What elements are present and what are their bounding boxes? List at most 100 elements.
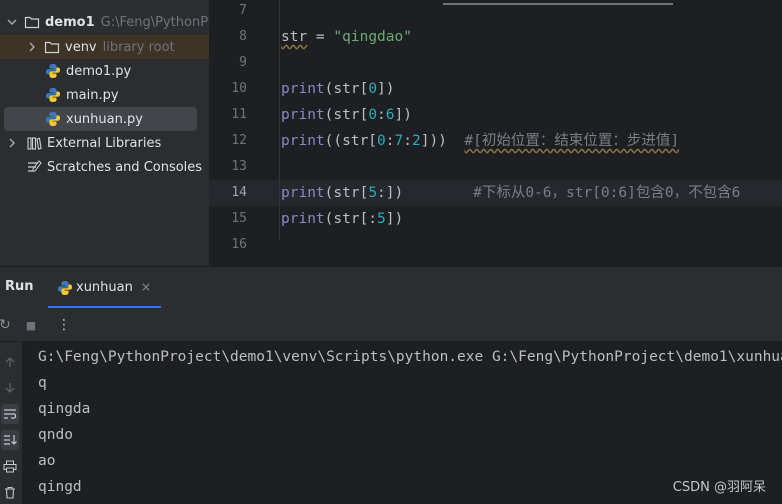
code-token: 5 [368, 185, 378, 201]
tree-item-external-libraries[interactable]: External Libraries [0, 131, 209, 155]
trash-icon[interactable] [1, 482, 19, 502]
tree-item-xunhuan-py[interactable]: xunhuan.py [4, 107, 197, 131]
run-tab-xunhuan[interactable]: xunhuan × [48, 267, 161, 309]
console-side-toolbar [0, 342, 22, 504]
line-number: 10 [231, 81, 247, 96]
python-file-icon [45, 87, 61, 103]
console-line: q [38, 375, 47, 391]
line-number: 8 [239, 29, 247, 44]
close-icon[interactable]: × [141, 280, 151, 294]
tree-item-label: xunhuan.py [66, 111, 143, 127]
code-token: print [281, 81, 325, 97]
code-token: ]) [385, 211, 404, 227]
code-line-15: print(str[:5]) [281, 206, 403, 232]
code-line-14: print(str[5:]) #下标从0-6，str[0:6]包含0，不包含6 [281, 180, 740, 206]
editor-tab-strip [443, 0, 782, 5]
line-number: 13 [231, 159, 247, 174]
soft-wrap-icon[interactable] [1, 404, 19, 424]
code-editor[interactable]: 7 8 9 10 11 12 13 14 15 16 str = "qingda… [209, 0, 782, 266]
folder-icon [44, 39, 60, 55]
run-title: Run [5, 279, 34, 294]
run-tab-label: xunhuan [76, 280, 133, 295]
code-token: ]) [377, 81, 395, 97]
code-token: 0 [368, 81, 378, 97]
code-token: print [281, 211, 325, 227]
stop-icon[interactable]: ■ [22, 316, 40, 334]
tree-item-label: main.py [66, 87, 119, 103]
tree-item-label: venv [65, 39, 97, 55]
scroll-up-icon[interactable] [1, 352, 19, 372]
python-file-icon [45, 111, 61, 127]
code-token: (str[ [324, 107, 369, 123]
run-tool-window-header: Run xunhuan × [0, 266, 782, 309]
python-file-icon [45, 63, 61, 79]
code-token: = [307, 29, 334, 45]
code-token: ]) [394, 107, 412, 123]
tree-item-venv[interactable]: venv library root [0, 35, 209, 59]
code-token: : [385, 133, 395, 149]
code-token: 0 [368, 107, 378, 123]
code-token: str [281, 29, 308, 45]
code-token: print [281, 133, 325, 149]
line-number: 15 [231, 211, 247, 226]
print-icon[interactable] [1, 456, 19, 476]
code-token: ])) [420, 133, 447, 149]
code-token: 0 [377, 133, 386, 149]
project-tree: demo1 G:\Feng\PythonProj venv library ro… [0, 0, 209, 266]
code-comment: #下标从0-6，str[0:6]包含0，不包含6 [473, 185, 741, 201]
console-line: G:\Feng\PythonProject\demo1\venv\Scripts… [38, 349, 782, 365]
scroll-to-end-icon[interactable] [1, 430, 19, 450]
console-output[interactable]: G:\Feng\PythonProject\demo1\venv\Scripts… [22, 342, 782, 504]
code-token: 6 [385, 107, 395, 123]
code-token: :]) [377, 185, 404, 201]
code-token: : [403, 133, 412, 149]
run-toolbar: ↻ ■ ⋮ [0, 308, 782, 342]
code-token: ((str[ [324, 133, 378, 149]
code-token: (str[: [324, 211, 378, 227]
code-comment: #[初始位置：结束位置：步进值] [464, 133, 680, 149]
scratches-icon [26, 159, 42, 175]
scroll-down-icon[interactable] [1, 378, 19, 398]
code-token: print [281, 185, 325, 201]
watermark: CSDN @羽阿呆 [672, 480, 766, 495]
line-number: 12 [231, 133, 247, 148]
code-token: (str[ [324, 185, 369, 201]
code-token: "qingdao" [333, 29, 412, 45]
line-number: 14 [231, 185, 247, 200]
line-number: 7 [239, 3, 247, 18]
line-number: 11 [231, 107, 247, 122]
code-token: (str[ [324, 81, 369, 97]
line-number: 9 [239, 55, 247, 70]
code-token: 2 [411, 133, 421, 149]
chevron-down-icon[interactable] [6, 16, 18, 28]
code-line-10: print(str[0]) [281, 76, 395, 102]
code-token: : [377, 107, 386, 123]
tree-item-label: demo1 [45, 14, 95, 30]
code-line-8: str = "qingdao" [281, 24, 412, 50]
tree-item-scratches[interactable]: Scratches and Consoles [0, 155, 209, 179]
chevron-right-icon[interactable] [6, 137, 18, 149]
rerun-icon[interactable]: ↻ [0, 316, 14, 334]
code-line-12: print((str[0:7:2])) #[初始位置：结束位置：步进值] [281, 128, 679, 154]
indent-guide [279, 0, 280, 240]
python-file-icon [57, 280, 73, 296]
tree-item-label: External Libraries [47, 135, 162, 151]
folder-icon [24, 14, 40, 30]
library-icon [26, 135, 42, 151]
tree-item-label: demo1.py [66, 63, 132, 79]
console-line: qingda [38, 401, 91, 417]
tree-item-demo1[interactable]: demo1 G:\Feng\PythonProj [0, 10, 209, 34]
console-line: ao [38, 453, 56, 469]
code-token: print [281, 107, 325, 123]
chevron-right-icon[interactable] [26, 41, 38, 53]
console-line: qndo [38, 427, 73, 443]
tree-item-hint: library root [102, 39, 175, 55]
more-options-icon[interactable]: ⋮ [55, 316, 73, 334]
code-token: 7 [394, 133, 404, 149]
code-token: 5 [377, 211, 386, 227]
tree-item-main-py[interactable]: main.py [0, 83, 209, 107]
tree-item-path: G:\Feng\PythonProj [100, 14, 209, 30]
tree-item-demo1-py[interactable]: demo1.py [0, 59, 209, 83]
line-number: 16 [231, 237, 247, 252]
console-line: qingd [38, 479, 82, 495]
